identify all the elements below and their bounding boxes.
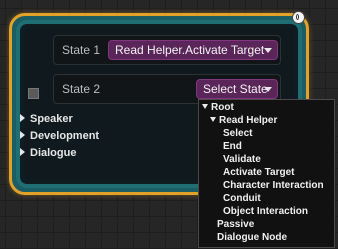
settings-icon[interactable] (292, 11, 305, 24)
category-development[interactable]: Development (20, 130, 99, 142)
state1-label: State 1 (62, 43, 101, 57)
menu-item-object-interaction[interactable]: Object Interaction (223, 206, 308, 218)
expand-arrow-icon (20, 148, 25, 156)
state1-row: State 1 Read Helper.Activate Target (53, 35, 281, 65)
state2-dropdown[interactable]: Select State (196, 79, 278, 99)
menu-item-end[interactable]: End (223, 141, 242, 153)
category-label: Development (30, 130, 100, 142)
menu-item-conduit[interactable]: Conduit (223, 193, 261, 205)
menu-item-validate[interactable]: Validate (223, 154, 261, 166)
state-select-menu: Root Read Helper Select End Validate Act… (198, 99, 335, 248)
expand-arrow-icon (20, 131, 25, 139)
category-label: Speaker (30, 113, 73, 125)
expand-arrow-icon (20, 114, 25, 122)
category-dialogue[interactable]: Dialogue (20, 147, 76, 159)
menu-root-label: Root (211, 102, 234, 113)
chevron-down-icon (264, 87, 272, 92)
category-label: Dialogue (30, 147, 77, 159)
state2-value: Select State (203, 82, 268, 96)
state2-label: State 2 (62, 82, 101, 96)
state1-dropdown[interactable]: Read Helper.Activate Target (108, 40, 278, 60)
menu-item-passive[interactable]: Passive (217, 219, 254, 231)
pin-icon[interactable] (28, 88, 39, 99)
menu-root[interactable]: Root (202, 102, 234, 114)
state1-value: Read Helper.Activate Target (115, 43, 265, 57)
menu-item-activate-target[interactable]: Activate Target (223, 167, 295, 179)
menu-read-helper[interactable]: Read Helper (210, 115, 277, 127)
menu-item-dialogue-node[interactable]: Dialogue Node (217, 232, 287, 244)
menu-item-character-interaction[interactable]: Character Interaction (223, 180, 324, 192)
menu-item-select[interactable]: Select (223, 128, 252, 140)
menu-read-helper-label: Read Helper (219, 115, 278, 126)
category-speaker[interactable]: Speaker (20, 113, 73, 125)
chevron-down-icon (264, 48, 272, 53)
collapse-arrow-icon (210, 117, 216, 122)
collapse-arrow-icon (202, 104, 208, 109)
